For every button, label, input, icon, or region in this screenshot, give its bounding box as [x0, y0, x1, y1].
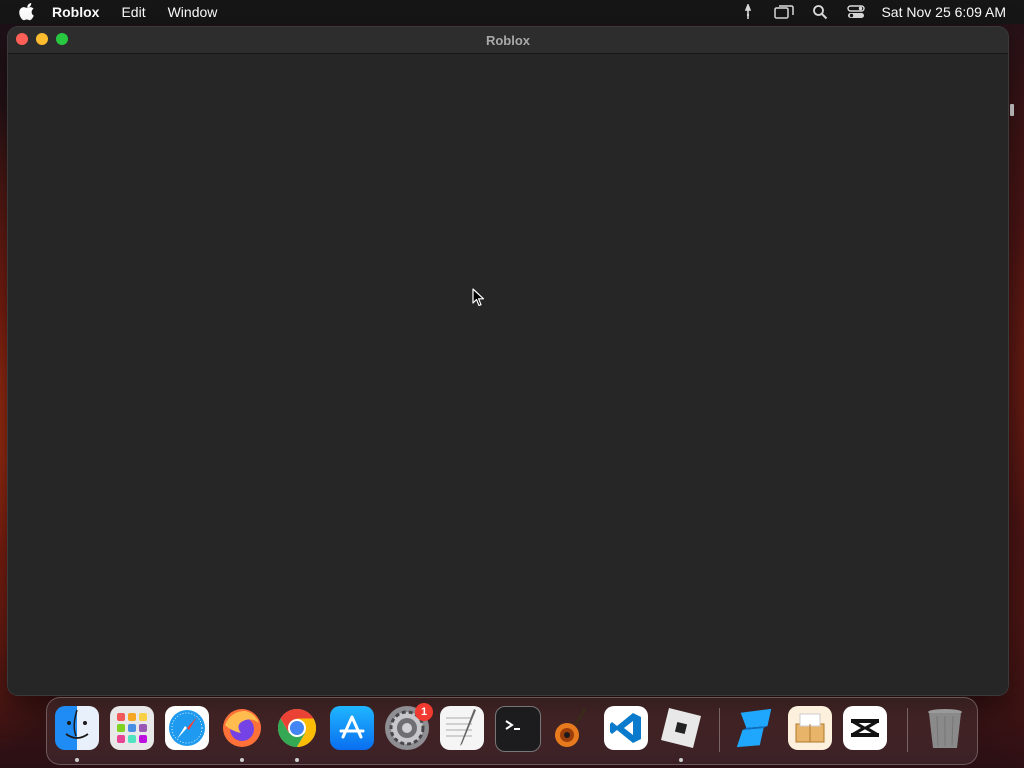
- dock: 1: [46, 697, 978, 765]
- menu-edit[interactable]: Edit: [121, 4, 145, 20]
- terminal-icon[interactable]: [495, 706, 541, 752]
- control-center-icon[interactable]: [845, 3, 867, 21]
- app-store-icon[interactable]: [330, 706, 374, 750]
- background-window-edge: [1010, 104, 1014, 116]
- roblox-studio-icon[interactable]: [733, 706, 777, 750]
- mouse-cursor-icon: [472, 288, 486, 308]
- roblox-window: Roblox: [8, 27, 1008, 695]
- dock-separator: [907, 708, 908, 752]
- screen-mirroring-icon[interactable]: [773, 3, 795, 21]
- menu-bar-clock[interactable]: Sat Nov 25 6:09 AM: [881, 4, 1006, 20]
- safari-icon[interactable]: [165, 706, 209, 750]
- close-button[interactable]: [16, 33, 28, 45]
- window-title: Roblox: [485, 32, 531, 48]
- notification-badge: 1: [415, 703, 433, 721]
- menu-window[interactable]: Window: [168, 4, 218, 20]
- minimize-button[interactable]: [36, 33, 48, 45]
- roblox-icon[interactable]: [659, 706, 703, 750]
- vscode-icon[interactable]: [604, 706, 648, 750]
- running-indicator: [295, 758, 299, 762]
- finder-icon[interactable]: [55, 706, 99, 750]
- firefox-icon[interactable]: [220, 706, 264, 750]
- vpn-icon[interactable]: [737, 3, 759, 21]
- zoom-button[interactable]: [56, 33, 68, 45]
- chrome-icon[interactable]: [275, 706, 319, 750]
- menu-roblox[interactable]: Roblox: [52, 4, 99, 20]
- capcut-icon[interactable]: [843, 706, 887, 750]
- textedit-icon[interactable]: [440, 706, 484, 750]
- running-indicator: [679, 758, 683, 762]
- traffic-lights: [16, 33, 68, 45]
- window-titlebar[interactable]: Roblox: [8, 27, 1008, 54]
- dock-separator: [719, 708, 720, 752]
- search-icon[interactable]: [809, 3, 831, 21]
- menu-bar-status-area: Sat Nov 25 6:09 AM: [723, 0, 1006, 24]
- window-content-area[interactable]: [8, 54, 1008, 695]
- menu-bar: Roblox Edit Window Sat Nov 25 6:09 AM: [0, 0, 1024, 24]
- launchpad-icon[interactable]: [110, 706, 154, 750]
- running-indicator: [240, 758, 244, 762]
- apple-icon[interactable]: [18, 3, 36, 21]
- trash-icon[interactable]: [923, 706, 967, 750]
- archive-icon[interactable]: [788, 706, 832, 750]
- running-indicator: [75, 758, 79, 762]
- garageband-icon[interactable]: [550, 706, 594, 750]
